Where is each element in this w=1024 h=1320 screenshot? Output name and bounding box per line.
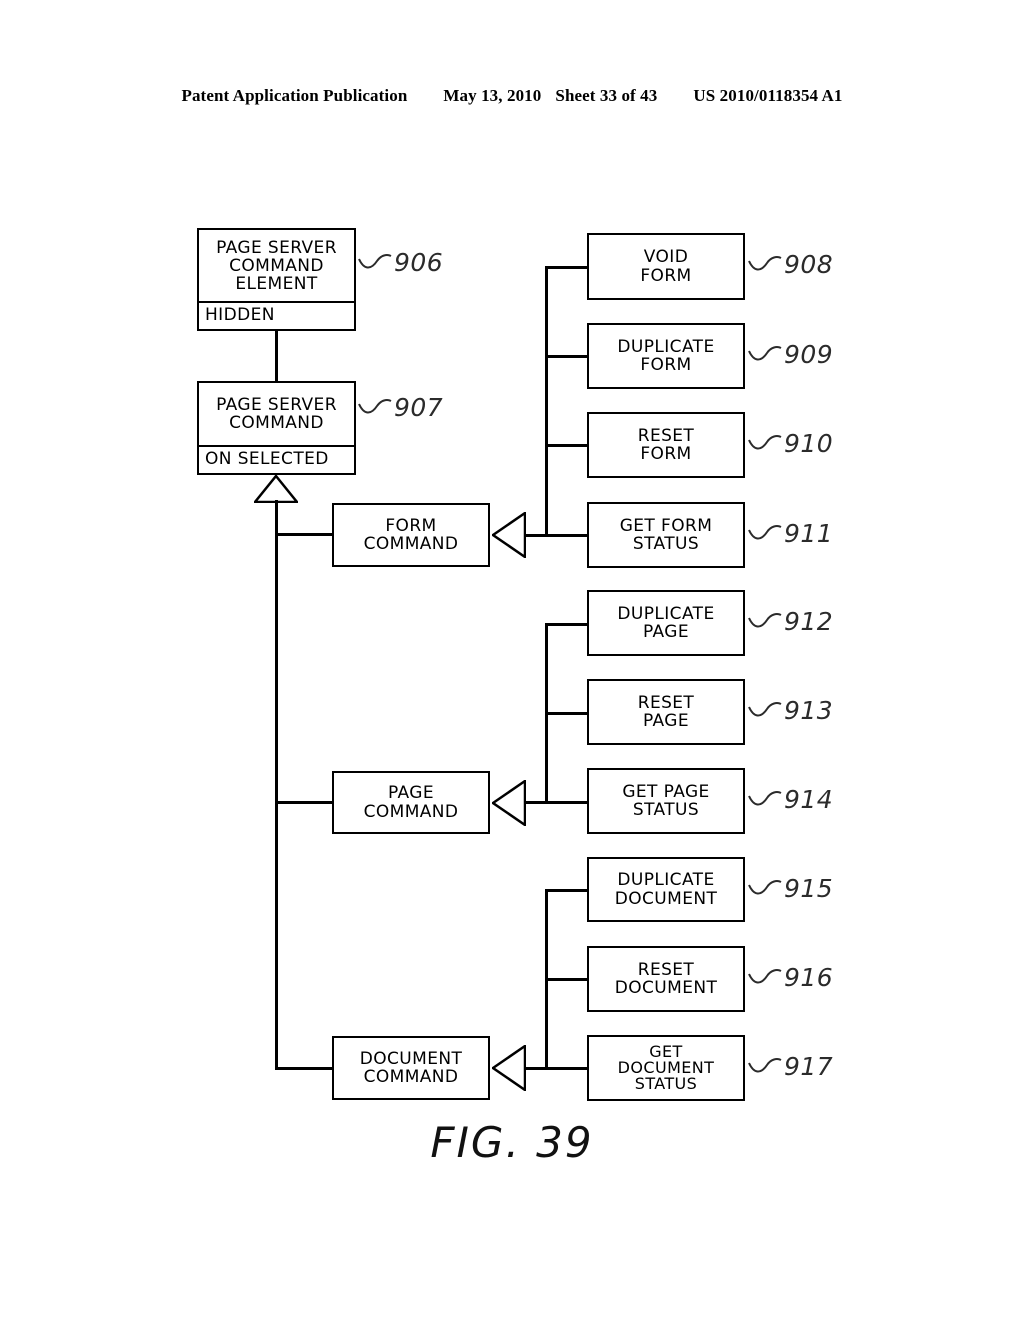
connector-form-stem — [524, 534, 589, 537]
box-void-form[interactable]: VOID FORM — [587, 233, 745, 300]
connector-form-riser — [545, 266, 548, 536]
box-get-form-status-title: GET FORM STATUS — [619, 515, 713, 554]
connector-trunk-to-document-command — [275, 1067, 334, 1070]
ref-913: 913 — [784, 696, 834, 725]
box-906-attribute-hidden: HIDDEN — [205, 305, 275, 326]
ref-910-squiggle-icon — [748, 435, 782, 450]
box-reset-document[interactable]: RESET DOCUMENT — [587, 946, 745, 1012]
box-get-page-status[interactable]: GET PAGE STATUS — [587, 768, 745, 834]
connector-form-to-duplicate-form — [545, 355, 589, 358]
ref-910: 910 — [784, 429, 834, 458]
box-reset-page-title: RESET PAGE — [637, 692, 695, 731]
box-reset-page[interactable]: RESET PAGE — [587, 679, 745, 745]
ref-912-squiggle-icon — [748, 613, 782, 628]
connector-page-to-reset-page — [545, 712, 589, 715]
box-duplicate-page[interactable]: DUPLICATE PAGE — [587, 590, 745, 656]
ref-914: 914 — [784, 785, 834, 814]
connector-906-to-907 — [275, 331, 278, 381]
connector-document-to-duplicate-document — [545, 889, 589, 892]
box-reset-document-title: RESET DOCUMENT — [614, 959, 718, 998]
ref-911: 911 — [784, 519, 834, 548]
box-reset-form-title: RESET FORM — [637, 425, 695, 464]
ref-911-squiggle-icon — [748, 525, 782, 540]
box-reset-form[interactable]: RESET FORM — [587, 412, 745, 478]
connector-trunk-to-page-command — [275, 801, 334, 804]
box-document-command-title: DOCUMENT COMMAND — [359, 1048, 463, 1087]
ref-916: 916 — [784, 963, 834, 992]
box-get-page-status-title: GET PAGE STATUS — [622, 781, 710, 820]
ref-909: 909 — [784, 340, 834, 369]
box-form-command[interactable]: FORM COMMAND — [332, 503, 490, 567]
box-page-command[interactable]: PAGE COMMAND — [332, 771, 490, 834]
box-duplicate-form[interactable]: DUPLICATE FORM — [587, 323, 745, 389]
box-907-attribute-on-selected: ON SELECTED — [205, 449, 329, 470]
box-document-command[interactable]: DOCUMENT COMMAND — [332, 1036, 490, 1100]
connector-document-stem — [524, 1067, 589, 1070]
ref-915-squiggle-icon — [748, 880, 782, 895]
box-form-command-title: FORM COMMAND — [363, 515, 459, 554]
box-duplicate-form-title: DUPLICATE FORM — [617, 336, 715, 375]
box-duplicate-document[interactable]: DUPLICATE DOCUMENT — [587, 857, 745, 922]
connector-form-to-void-form — [545, 266, 589, 269]
box-get-form-status[interactable]: GET FORM STATUS — [587, 502, 745, 568]
connector-document-to-reset-document — [545, 978, 589, 981]
ref-909-squiggle-icon — [748, 346, 782, 361]
box-906-title: PAGE SERVER COMMAND ELEMENT — [199, 230, 354, 304]
ref-908-squiggle-icon — [748, 256, 782, 271]
connector-page-to-duplicate-page — [545, 623, 589, 626]
box-page-server-command-element[interactable]: PAGE SERVER COMMAND ELEMENT HIDDEN — [197, 228, 356, 331]
patent-figure-page: Patent Application Publication May 13, 20… — [0, 0, 1024, 1320]
ref-916-squiggle-icon — [748, 969, 782, 984]
connector-trunk-to-form-command — [275, 533, 334, 536]
box-duplicate-document-title: DUPLICATE DOCUMENT — [614, 870, 718, 909]
page-command-arrowhead-icon — [492, 780, 526, 826]
ref-912: 912 — [784, 607, 834, 636]
ref-906: 906 — [394, 248, 444, 277]
box-page-server-command[interactable]: PAGE SERVER COMMAND ON SELECTED — [197, 381, 356, 475]
ref-917-squiggle-icon — [748, 1058, 782, 1073]
ref-907-squiggle-icon — [358, 399, 392, 414]
box-907-title: PAGE SERVER COMMAND — [199, 383, 354, 448]
ref-906-squiggle-icon — [358, 254, 392, 269]
connector-left-trunk — [275, 500, 278, 1070]
ref-913-squiggle-icon — [748, 702, 782, 717]
connector-form-to-reset-form — [545, 444, 589, 447]
ref-908: 908 — [784, 250, 834, 279]
figure-caption: FIG. 39 — [430, 1118, 594, 1167]
ref-915: 915 — [784, 874, 834, 903]
box-get-document-status[interactable]: GET DOCUMENT STATUS — [587, 1035, 745, 1101]
ref-917: 917 — [784, 1052, 834, 1081]
form-command-arrowhead-icon — [492, 512, 526, 558]
connector-page-stem — [524, 801, 589, 804]
ref-907: 907 — [394, 393, 444, 422]
box-page-command-title: PAGE COMMAND — [363, 783, 459, 822]
document-command-arrowhead-icon — [492, 1045, 526, 1091]
box-get-document-status-title: GET DOCUMENT STATUS — [617, 1042, 715, 1093]
generalization-triangle-icon — [254, 475, 298, 503]
box-duplicate-page-title: DUPLICATE PAGE — [617, 603, 715, 642]
ref-914-squiggle-icon — [748, 791, 782, 806]
box-void-form-title: VOID FORM — [640, 247, 692, 286]
